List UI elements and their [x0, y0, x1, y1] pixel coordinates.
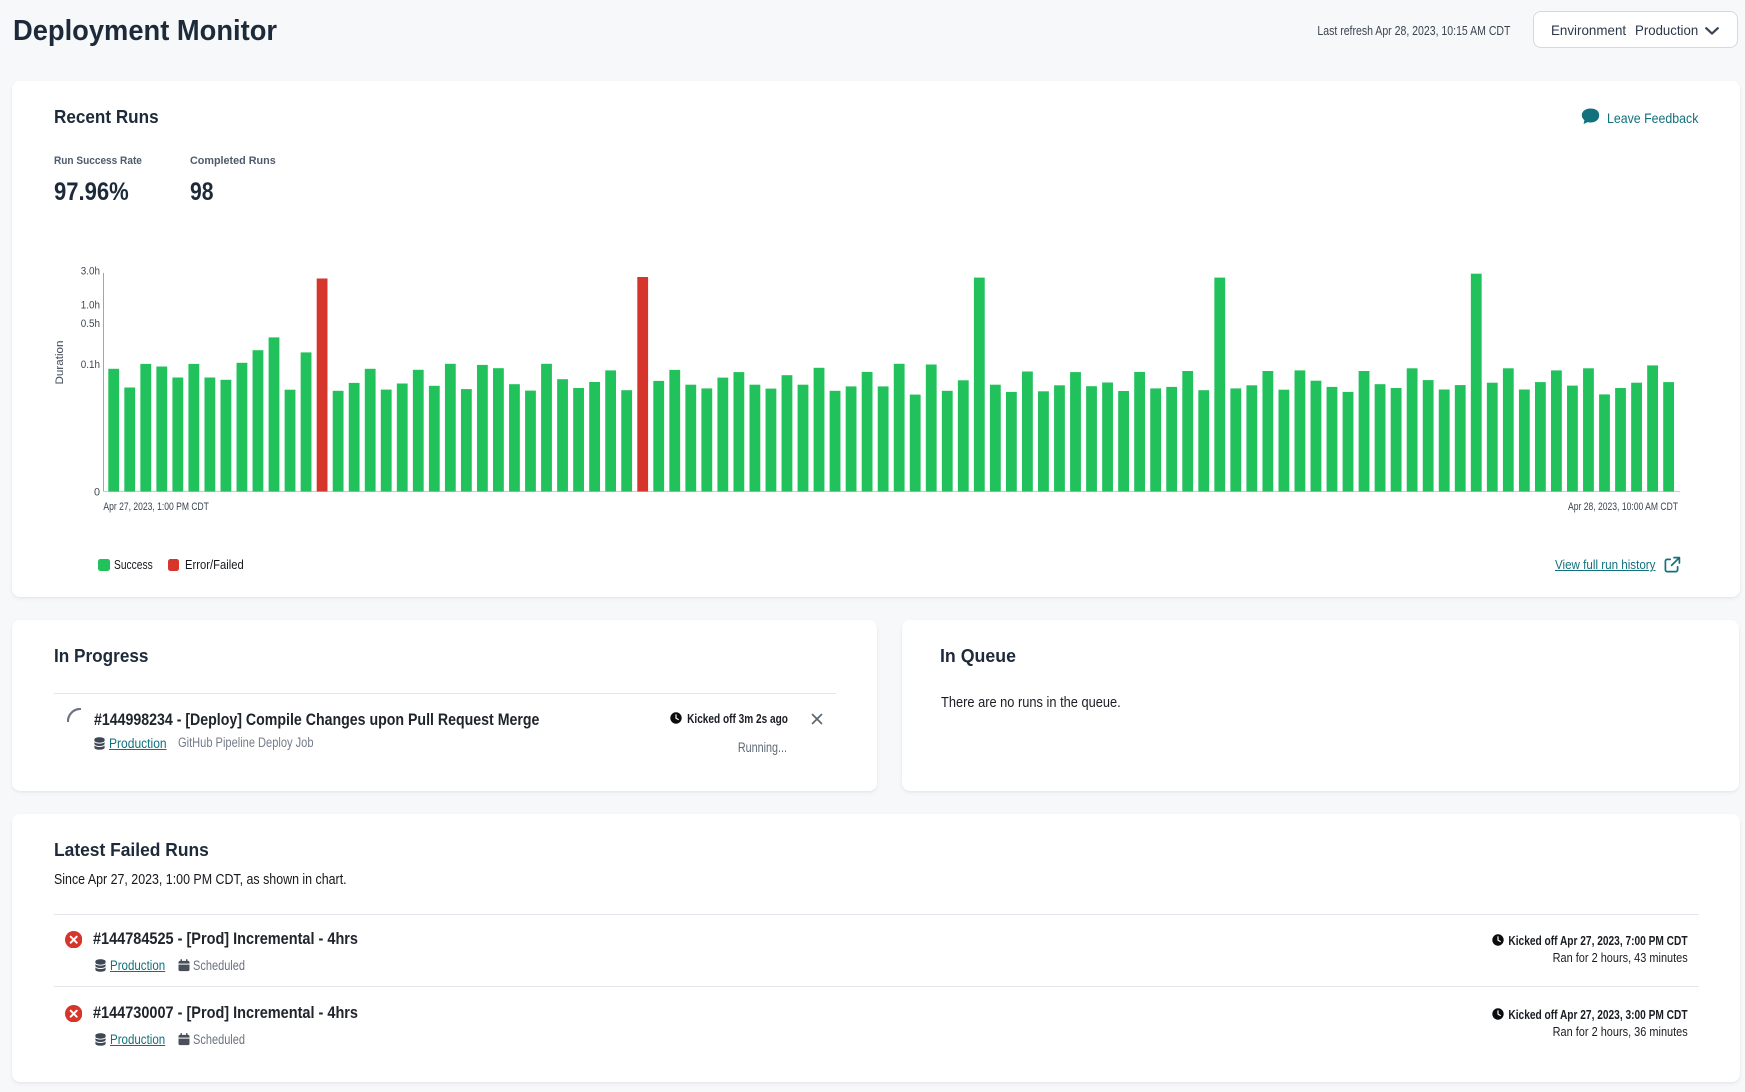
svg-text:0.1h: 0.1h — [81, 358, 100, 370]
svg-text:0: 0 — [94, 486, 100, 498]
svg-text:Apr 27, 2023, 1:00 PM CDT: Apr 27, 2023, 1:00 PM CDT — [103, 500, 209, 512]
svg-text:0.5h: 0.5h — [81, 317, 100, 329]
svg-text:Apr 28, 2023, 10:00 AM CDT: Apr 28, 2023, 10:00 AM CDT — [1568, 500, 1678, 512]
svg-text:Duration: Duration — [54, 340, 66, 384]
svg-text:1.0h: 1.0h — [81, 299, 100, 311]
svg-text:3.0h: 3.0h — [81, 265, 100, 277]
